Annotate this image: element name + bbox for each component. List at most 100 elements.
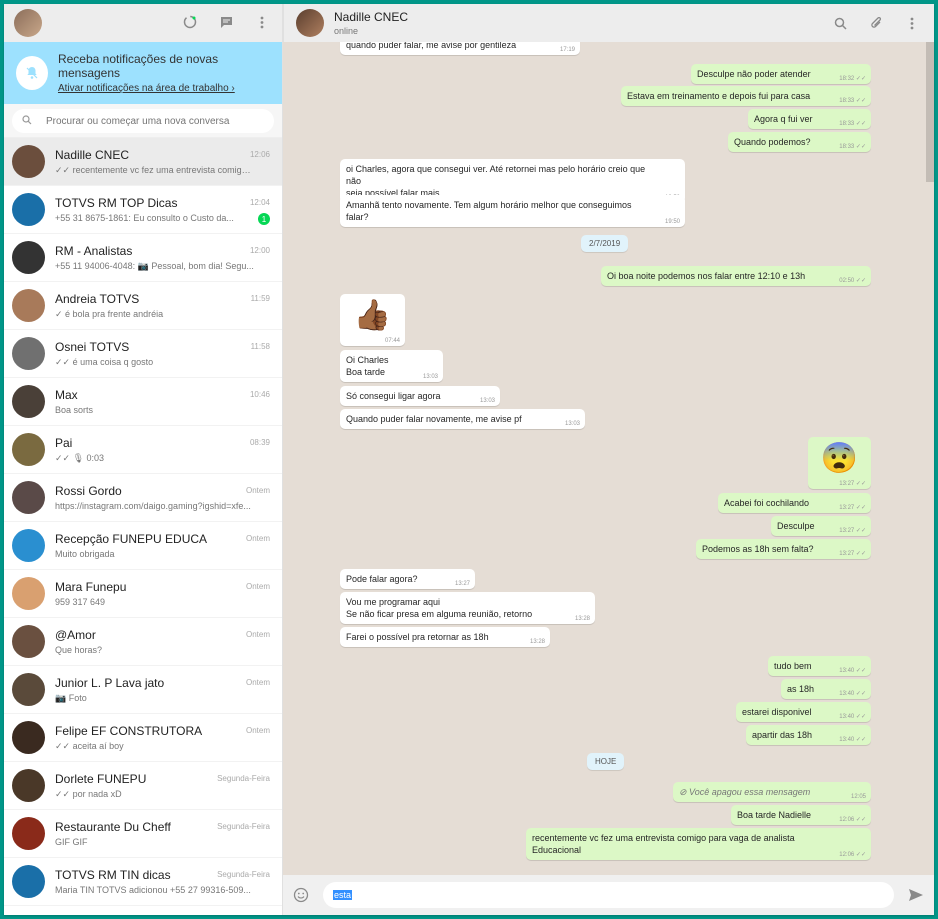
- outgoing-message[interactable]: 😨 13:27 ✓✓: [808, 437, 871, 489]
- incoming-message[interactable]: Farei o possível pra retornar as 18h 13:2…: [340, 627, 550, 647]
- outgoing-message[interactable]: apartir das 18h 13:40 ✓✓: [746, 725, 871, 745]
- message-time: 12:06 ✓✓: [839, 852, 866, 858]
- outgoing-message[interactable]: recentemente vc fez uma entrevista comig…: [526, 828, 871, 860]
- chat-last-message: ✓✓ por nada xD: [55, 788, 122, 799]
- chat-item[interactable]: TOTVS RM TIN dicas Maria TIN TOTVS adicio…: [4, 858, 282, 906]
- message-text: Pode falar agora?: [346, 574, 418, 584]
- incoming-message[interactable]: Oi Charles Boa tarde 13:03: [340, 350, 443, 382]
- outgoing-message[interactable]: estarei disponivel 13:40 ✓✓: [736, 702, 871, 722]
- message-input[interactable]: esta: [323, 882, 894, 908]
- message-area[interactable]: quando puder falar, me avise por gentile…: [283, 42, 934, 875]
- enable-notifications-link[interactable]: Ativar notificações na área de trabalho …: [58, 83, 270, 94]
- chat-avatar: [12, 673, 45, 706]
- chat-name: Mara Funepu: [55, 580, 127, 594]
- outgoing-message[interactable]: tudo bem 13:40 ✓✓: [768, 656, 871, 676]
- outgoing-message[interactable]: ⊘ Você apagou essa mensagem 12:05: [673, 782, 871, 802]
- contact-avatar[interactable]: [296, 9, 324, 37]
- message-time: 13:40 ✓✓: [839, 668, 866, 674]
- message-time: 12:06 ✓✓: [839, 817, 866, 823]
- chat-time: Ontem: [245, 486, 270, 495]
- incoming-message[interactable]: Vou me programar aqui Se não ficar presa…: [340, 592, 595, 624]
- incoming-message[interactable]: Quando puder falar novamente, me avise p…: [340, 409, 585, 429]
- chat-item[interactable]: TOTVS RM TOP Dicas +55 31 8675-1861: Eu c…: [4, 186, 282, 234]
- incoming-message[interactable]: Só consegui ligar agora 13:03: [340, 386, 500, 406]
- chat-item[interactable]: Andreia TOTVS ✓ é bola pra frente andréia…: [4, 282, 282, 330]
- message-text: Estava em treinamento e depois fui para …: [627, 91, 811, 101]
- new-chat-icon[interactable]: [218, 14, 234, 30]
- outgoing-message[interactable]: Desculpe não poder atender 18:32 ✓✓: [691, 64, 871, 84]
- chat-last-message: Boa sorts: [55, 405, 94, 415]
- incoming-message[interactable]: 👍🏾 07:44: [340, 294, 405, 346]
- chat-item[interactable]: Junior L. P Lava jato 📷 Foto Ontem: [4, 666, 282, 714]
- chat-item[interactable]: Pai ✓✓ 🎙 0:03 08:39: [4, 426, 282, 474]
- chat-avatar: [12, 721, 45, 754]
- attach-icon[interactable]: [868, 15, 884, 31]
- chat-last-message: ✓✓ aceita aí boy: [55, 740, 124, 751]
- chat-last-message: ✓ é bola pra frente andréia: [55, 308, 164, 319]
- message-time: 17:19: [559, 47, 575, 53]
- chat-last-message: Que horas?: [55, 645, 103, 655]
- chat-item[interactable]: Max Boa sorts 10:46: [4, 378, 282, 426]
- message-time: 13:40 ✓✓: [839, 714, 866, 720]
- message-time: 13:40 ✓✓: [839, 691, 866, 697]
- chat-item[interactable]: Recepção FUNEPU EDUCA Muito obrigada Ontem: [4, 522, 282, 570]
- chat-time: Ontem: [245, 726, 270, 735]
- chat-item[interactable]: @Amor Que horas? Ontem: [4, 618, 282, 666]
- chat-name: Junior L. P Lava jato: [55, 675, 165, 690]
- chat-last-message: +55 31 8675-1861: Eu consulto o Custo da…: [55, 213, 234, 223]
- message-time: 13:28: [574, 616, 590, 622]
- status-icon[interactable]: [182, 14, 198, 30]
- outgoing-message[interactable]: Quando podemos? 18:33 ✓✓: [728, 132, 871, 152]
- chat-avatar: [12, 193, 45, 226]
- outgoing-message[interactable]: Acabei foi cochilando 13:27 ✓✓: [718, 493, 871, 513]
- search-bar: [4, 104, 282, 138]
- chat-item[interactable]: Felipe EF CONSTRUTORA ✓✓ aceita aí boy Ont…: [4, 714, 282, 762]
- chat-item[interactable]: RM - Analistas +55 11 94006-4048: 📷 Pesso…: [4, 234, 282, 282]
- contact-name: Nadille CNEC: [334, 10, 409, 24]
- chat-item[interactable]: Restaurante Du Cheff GIF GIF Segunda-Feira: [4, 810, 282, 858]
- chat-avatar: [12, 625, 45, 658]
- sidebar-header: [4, 4, 282, 42]
- conversation-header[interactable]: Nadille CNEC online: [283, 4, 934, 42]
- send-icon[interactable]: [908, 887, 924, 903]
- incoming-message[interactable]: Pode falar agora? 13:27: [340, 569, 475, 589]
- chat-name: Dorlete FUNEPU: [55, 771, 147, 786]
- chat-item[interactable]: Rossi Gordo https://instagram.com/daigo.g…: [4, 474, 282, 522]
- chat-list: Nadille CNEC ✓✓ recentemente vc fez uma e…: [4, 138, 282, 915]
- notification-title: Receba notificações de novas mensagens: [57, 52, 219, 80]
- search-input[interactable]: [46, 115, 246, 127]
- outgoing-message[interactable]: as 18h 13:40 ✓✓: [781, 679, 871, 699]
- chat-last-message: Maria TIN TOTVS adicionou +55 27 99316-5…: [55, 885, 251, 895]
- unread-badge: 1: [258, 213, 270, 225]
- incoming-message[interactable]: quando puder falar, me avise por gentile…: [340, 42, 580, 55]
- outgoing-message[interactable]: Desculpe 13:27 ✓✓: [771, 516, 871, 536]
- menu-icon[interactable]: [904, 15, 920, 31]
- chat-item[interactable]: Nadille CNEC ✓✓ recentemente vc fez uma e…: [4, 138, 282, 186]
- outgoing-message[interactable]: Estava em treinamento e depois fui para …: [621, 86, 871, 106]
- search-icon[interactable]: [832, 15, 848, 31]
- emoji-icon[interactable]: [293, 887, 309, 903]
- chat-last-message: +55 11 94006-4048: 📷 Pessoal, bom dia! S…: [55, 260, 254, 271]
- chat-item[interactable]: Osnei TOTVS ✓✓ é uma coisa q gosto 11:58: [4, 330, 282, 378]
- chat-avatar: [12, 577, 45, 610]
- incoming-message[interactable]: Amanhã tento novamente. Tem algum horári…: [340, 195, 685, 227]
- my-avatar[interactable]: [14, 9, 42, 37]
- chat-avatar: [12, 337, 45, 370]
- chat-time: Ontem: [245, 630, 270, 639]
- message-input-text: esta: [333, 890, 353, 900]
- message-emoji: 👍🏾: [353, 299, 392, 332]
- outgoing-message[interactable]: Podemos as 18h sem falta? 13:27 ✓✓: [696, 539, 871, 559]
- outgoing-message[interactable]: Oi boa noite podemos nos falar entre 12:…: [601, 266, 871, 286]
- menu-icon[interactable]: [254, 14, 270, 30]
- chat-time: Segunda-Feira: [217, 774, 270, 783]
- chat-item[interactable]: Mara Funepu 959 317 649 Ontem: [4, 570, 282, 618]
- chat-name: Rossi Gordo: [55, 484, 122, 498]
- chat-name: TOTVS RM TIN dicas: [55, 868, 171, 882]
- message-text: Quando puder falar novamente, me avise p…: [346, 414, 522, 424]
- outgoing-message[interactable]: Boa tarde Nadielle 12:06 ✓✓: [731, 805, 871, 825]
- scrollbar[interactable]: [926, 42, 934, 182]
- outgoing-message[interactable]: Agora q fui ver 18:33 ✓✓: [748, 109, 871, 129]
- chat-item[interactable]: Dorlete FUNEPU ✓✓ por nada xD Segunda-Feir…: [4, 762, 282, 810]
- date-divider: 2/7/2019: [581, 235, 629, 252]
- chat-time: Ontem: [245, 582, 270, 591]
